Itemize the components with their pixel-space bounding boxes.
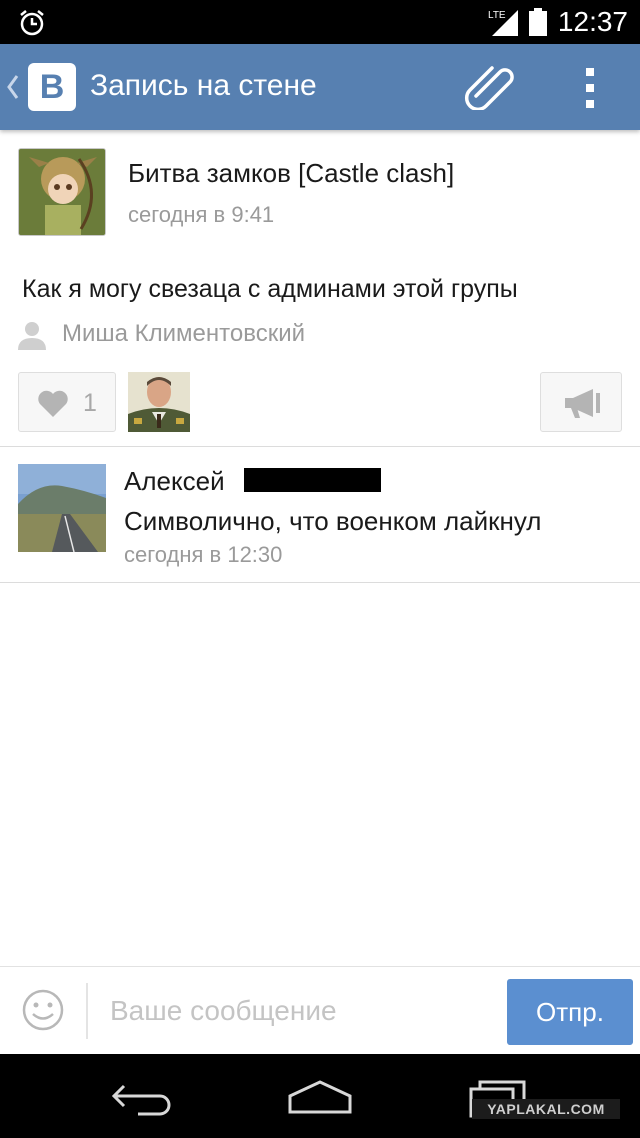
- comment-date: сегодня в 12:30: [124, 542, 283, 567]
- megaphone-icon: [565, 389, 600, 418]
- paperclip-icon[interactable]: [462, 64, 520, 110]
- comment-text: Символично, что военком лайкнул: [124, 506, 542, 536]
- like-count: 1: [83, 389, 97, 417]
- post-signer[interactable]: Миша Климентовский: [62, 318, 305, 350]
- redaction-bar: [244, 468, 381, 492]
- liker-avatar[interactable]: [128, 372, 190, 432]
- post-author[interactable]: Битва замков [Castle clash]: [128, 156, 454, 190]
- watermark: YAPLAKAL.COM: [472, 1099, 620, 1119]
- vk-logo[interactable]: В: [28, 63, 76, 111]
- post-text: Как я могу свезаца с админами этой групы: [22, 275, 518, 303]
- status-bar: LTE 12:37: [0, 0, 640, 44]
- comment-divider: [0, 582, 640, 583]
- battery-icon: [529, 8, 547, 36]
- user-icon: [18, 322, 46, 350]
- commenter-avatar[interactable]: [18, 464, 106, 552]
- message-composer: Отпр.: [0, 966, 640, 1054]
- group-avatar[interactable]: [18, 148, 106, 236]
- share-button[interactable]: [540, 372, 622, 432]
- lte-signal-icon: LTE: [488, 8, 518, 36]
- overflow-menu-icon[interactable]: [580, 66, 600, 110]
- heart-icon: [38, 390, 68, 417]
- post-date: сегодня в 9:41: [128, 202, 275, 227]
- commenter-avatar-image: [18, 464, 106, 552]
- status-time: 12:37: [557, 6, 628, 37]
- page-title: Запись на стене: [90, 69, 317, 102]
- message-input[interactable]: [100, 985, 495, 1037]
- nav-back-icon[interactable]: [110, 1078, 174, 1116]
- liker-avatar-image: [128, 372, 190, 432]
- back-chevron-icon[interactable]: [6, 74, 20, 100]
- system-nav-bar: [0, 1054, 640, 1138]
- send-button[interactable]: Отпр.: [507, 979, 633, 1045]
- alarm-icon: [20, 10, 44, 36]
- group-avatar-image: [19, 149, 105, 235]
- lte-label: LTE: [488, 10, 506, 21]
- like-button[interactable]: 1: [18, 372, 116, 432]
- nav-home-icon[interactable]: [286, 1078, 354, 1116]
- post-divider: [0, 446, 640, 447]
- app-header: В Запись на стене: [0, 44, 640, 130]
- composer-separator: [86, 983, 88, 1039]
- emoji-icon[interactable]: [22, 989, 64, 1031]
- comment-author[interactable]: Алексей: [124, 464, 225, 498]
